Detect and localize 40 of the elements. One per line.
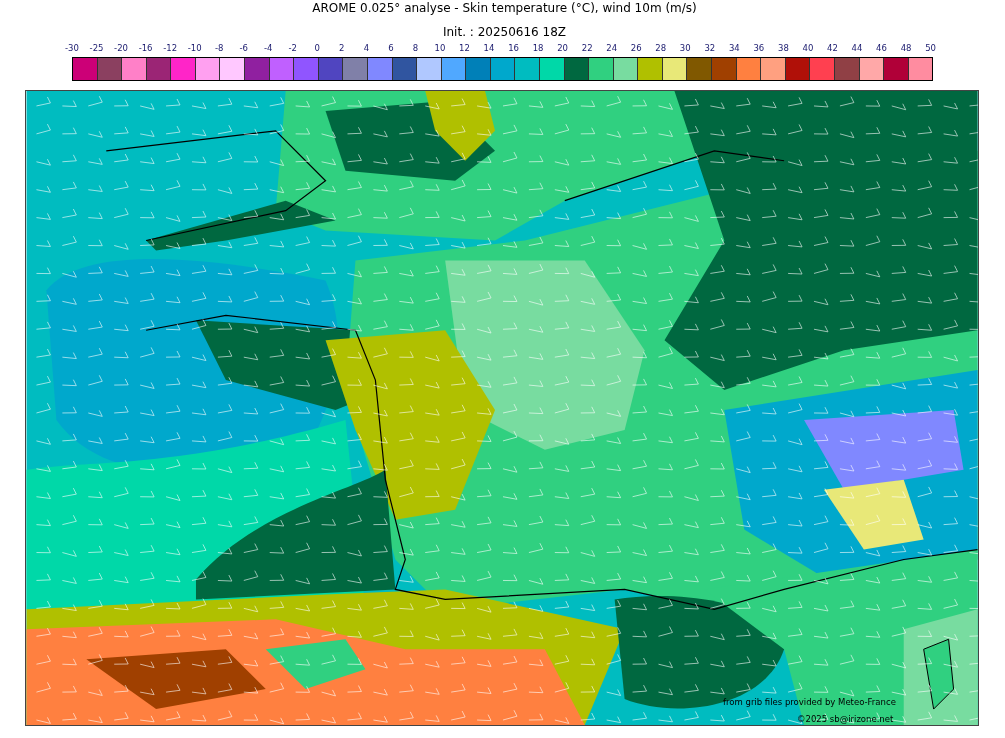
scale-tick-label: 8 — [411, 42, 420, 55]
scale-tick-label: 18 — [531, 42, 545, 55]
data-source-credit: from grib files provided by Meteo-France — [723, 697, 896, 707]
scale-tick-label: -10 — [186, 42, 203, 55]
scale-tick-label: -20 — [113, 42, 129, 55]
init-time-label: Init. : 20250616 18Z — [442, 24, 567, 40]
scale-tick-label: -6 — [238, 42, 249, 55]
scale-tick-label: -16 — [137, 42, 154, 55]
scale-tick-label: -30 — [64, 42, 80, 55]
scale-tick-label: 48 — [899, 42, 913, 55]
scale-tick-label: 36 — [752, 42, 766, 55]
scale-tick-label: -25 — [88, 42, 105, 55]
scale-tick-label: 26 — [629, 42, 643, 55]
scale-tick-label: 46 — [875, 42, 888, 55]
scale-tick-label: 24 — [605, 42, 619, 55]
scale-tick-label: 38 — [776, 42, 790, 55]
scale-tick-label: -2 — [287, 42, 298, 55]
scale-tick-label: 42 — [826, 42, 839, 55]
copyright-text: ©2025 sb@irizone.net — [797, 714, 894, 724]
scale-tick-label: 14 — [482, 42, 496, 55]
scale-tick-label: 40 — [801, 42, 815, 55]
scale-tick-label: 34 — [727, 42, 741, 55]
scale-tick-label: 20 — [556, 42, 569, 55]
scale-tick-label: 32 — [703, 42, 717, 55]
scale-tick-label: 50 — [924, 42, 937, 55]
scale-tick-label: 30 — [678, 42, 692, 55]
scale-tick-label: -4 — [263, 42, 274, 55]
scale-tick-label: 10 — [433, 42, 447, 55]
chart-title: AROME 0.025° analyse - Skin temperature (°C), wind 10m (m/s) — [312, 0, 697, 16]
scale-tick-label: 16 — [507, 42, 520, 55]
scale-tick-label: -8 — [213, 42, 225, 55]
scale-tick-label: -12 — [162, 42, 179, 55]
scale-tick-label: 2 — [338, 42, 346, 55]
scale-tick-label: 28 — [654, 42, 668, 55]
scale-tick-label: 4 — [362, 42, 371, 55]
scale-tick-label: 44 — [850, 42, 864, 55]
scale-tick-label: 12 — [458, 42, 471, 55]
scale-tick-label: 22 — [580, 42, 594, 55]
scale-tick-label: 0 — [313, 42, 321, 55]
scale-tick-label: 6 — [387, 42, 395, 55]
